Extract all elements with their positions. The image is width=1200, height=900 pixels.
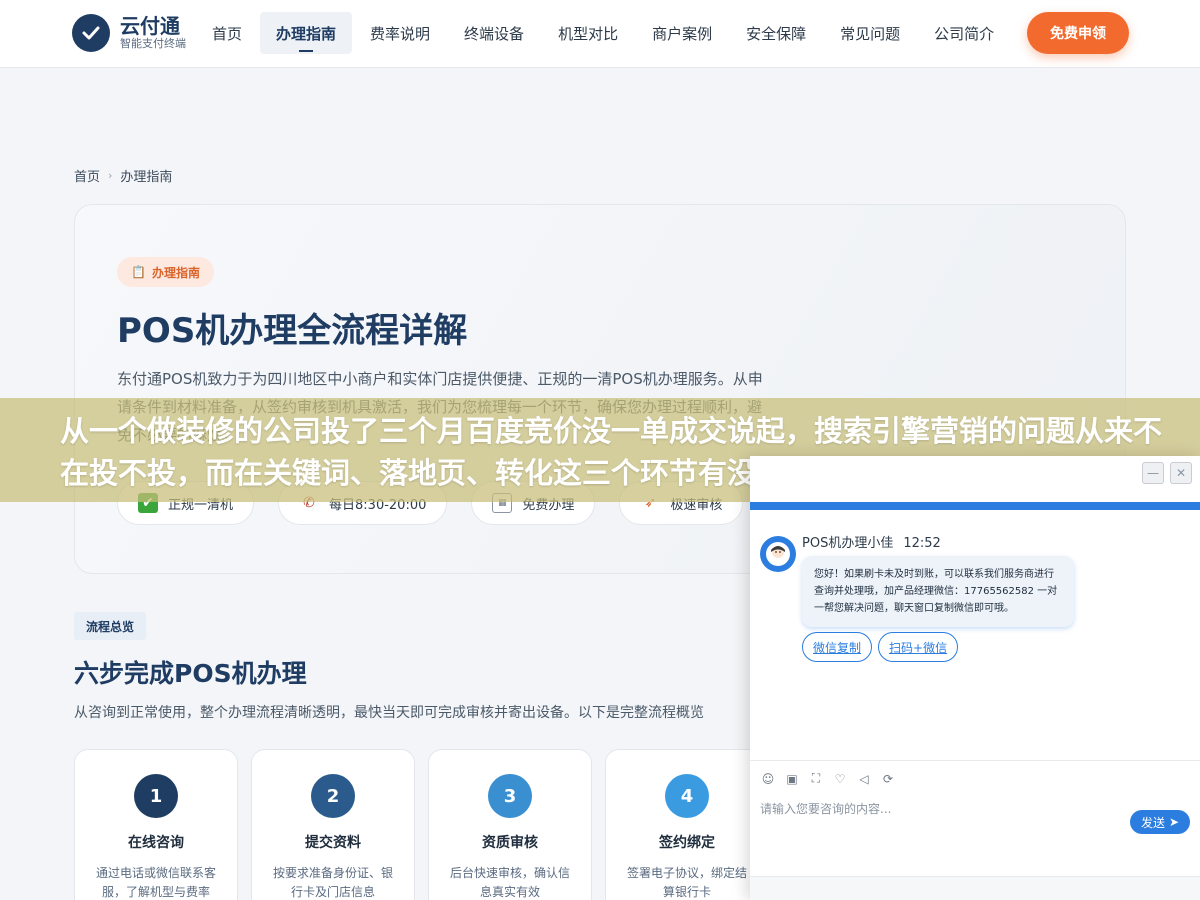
clipboard-icon: 📋 (131, 265, 146, 279)
step-number: 4 (665, 774, 709, 818)
nav-item-fees[interactable]: 费率说明 (354, 12, 446, 54)
breadcrumb-home[interactable]: 首页 (74, 166, 100, 185)
step-title: 签约绑定 (659, 835, 715, 851)
breadcrumb: 首页 › 办理指南 (74, 166, 172, 185)
step-card: 2 提交资料 按要求准备身份证、银行卡及门店信息 (251, 749, 415, 900)
chat-toolbar: ☺ ▣ ⛶ ♡ ◁ ⟳ (750, 760, 1200, 796)
screenshot-icon[interactable]: ⛶ (808, 771, 824, 787)
copy-wechat-button[interactable]: 微信复制 (802, 632, 873, 662)
step-title: 提交资料 (305, 835, 361, 851)
logo-tagline: 智能支付终端 (120, 37, 186, 50)
hero-badge: 📋 办理指南 (117, 257, 214, 287)
main-nav: 首页 办理指南 费率说明 终端设备 机型对比 商户案例 安全保障 常见问题 公司… (196, 12, 1012, 54)
step-list: 1 在线咨询 通过电话或微信联系客服，了解机型与费率 2 提交资料 按要求准备身… (74, 749, 782, 900)
step-number: 2 (311, 774, 355, 818)
nav-item-security[interactable]: 安全保障 (730, 12, 822, 54)
step-title: 资质审核 (482, 835, 538, 851)
agent-name: POS机办理小佳 (802, 536, 894, 551)
section-title: 六步完成POS机办理 (74, 659, 307, 688)
send-button[interactable]: 发送 ➤ (1130, 810, 1190, 834)
message-time: 12:52 (903, 536, 941, 551)
minimize-icon[interactable]: — (1142, 462, 1164, 484)
scan-wechat-button[interactable]: 扫码+微信 (878, 632, 959, 662)
chat-header[interactable]: — ✕ (750, 456, 1200, 502)
page-title: POS机办理全流程详解 (117, 311, 468, 351)
step-number: 1 (134, 774, 178, 818)
nav-item-faq[interactable]: 常见问题 (824, 12, 916, 54)
image-icon[interactable]: ▣ (784, 771, 800, 787)
send-icon: ➤ (1168, 815, 1180, 829)
logo-check-icon (72, 14, 110, 52)
nav-item-about[interactable]: 公司简介 (918, 12, 1010, 54)
site-header: 云付通 智能支付终端 首页 办理指南 费率说明 终端设备 机型对比 商户案例 安… (0, 0, 1200, 68)
nav-item-devices[interactable]: 终端设备 (448, 12, 540, 54)
chat-message: 您好！如果刷卡未及时到账，可以联系我们服务商进行查询并处理哦，加产品经理微信：1… (802, 556, 1074, 627)
chat-header-bar (750, 502, 1200, 510)
nav-item-compare[interactable]: 机型对比 (542, 12, 634, 54)
breadcrumb-current: 办理指南 (120, 170, 173, 185)
hero-badge-label: 办理指南 (151, 265, 200, 280)
rating-icon[interactable]: ♡ (832, 771, 848, 787)
chat-input[interactable]: 请输入您要咨询的内容... (760, 800, 891, 817)
section-tag: 流程总览 (74, 612, 147, 640)
step-card: 1 在线咨询 通过电话或微信联系客服，了解机型与费率 (74, 749, 238, 900)
switch-icon[interactable]: ⟳ (880, 771, 896, 787)
agent-avatar (760, 536, 796, 572)
step-description: 按要求准备身份证、银行卡及门店信息 (272, 866, 393, 899)
chevron-right-icon: › (108, 169, 113, 182)
step-description: 通过电话或微信联系客服，了解机型与费率 (95, 866, 216, 899)
chat-footer (750, 876, 1200, 900)
emoji-icon[interactable]: ☺ (760, 771, 776, 787)
logo-name: 云付通 (120, 14, 180, 38)
chat-widget: — ✕ POS机办理小佳 12:52 您好！如果刷卡未及时到账，可以联系我们服务商… (750, 456, 1200, 900)
section-description: 从咨询到正常使用，整个办理流程清晰透明，最快当天即可完成审核并寄出设备。以下是完… (74, 705, 704, 721)
nav-item-cases[interactable]: 商户案例 (636, 12, 728, 54)
chat-messages[interactable]: POS机办理小佳 12:52 您好！如果刷卡未及时到账，可以联系我们服务商进行查询… (750, 510, 1200, 760)
free-apply-button[interactable]: 免费申领 (1027, 12, 1129, 54)
voice-icon[interactable]: ◁ (856, 771, 872, 787)
agent-meta: POS机办理小佳 12:52 (802, 532, 941, 551)
step-description: 签署电子协议，绑定结算银行卡 (626, 866, 747, 899)
chat-actions: 微信复制 扫码+微信 (802, 632, 964, 662)
nav-item-guide[interactable]: 办理指南 (260, 12, 353, 54)
send-label: 发送 (1140, 815, 1165, 830)
step-description: 后台快速审核，确认信息真实有效 (449, 866, 570, 899)
step-title: 在线咨询 (128, 835, 184, 851)
nav-item-home[interactable]: 首页 (196, 12, 258, 54)
step-number: 3 (488, 774, 532, 818)
step-card: 4 签约绑定 签署电子协议，绑定结算银行卡 (605, 749, 769, 900)
step-card: 3 资质审核 后台快速审核，确认信息真实有效 (428, 749, 592, 900)
close-icon[interactable]: ✕ (1170, 462, 1192, 484)
site-logo[interactable]: 云付通 智能支付终端 (72, 14, 186, 52)
